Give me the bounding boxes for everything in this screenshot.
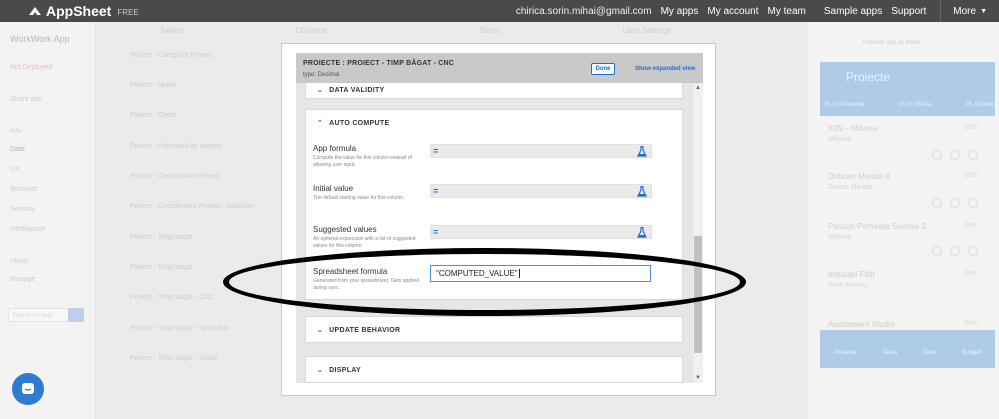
- suggested-values-label: Suggested values: [313, 225, 377, 234]
- scroll-down-arrow-icon[interactable]: ▼: [695, 375, 701, 381]
- column-type-label: type: Decimal: [303, 72, 340, 78]
- appsheet-logo-icon: [29, 7, 41, 15]
- section-update-behavior[interactable]: ⌄ UPDATE BEHAVIOR: [305, 316, 683, 343]
- initial-value-field[interactable]: =: [430, 184, 652, 198]
- nav-support[interactable]: Support: [891, 6, 926, 17]
- chat-icon: [22, 383, 34, 394]
- more-menu[interactable]: More ▼: [940, 0, 999, 22]
- annotation-ellipse: [223, 248, 746, 316]
- dialog-title: PROIECTE : PROIECT - TIMP BĂGAT - CNC: [303, 60, 455, 67]
- app-formula-label: App formula: [313, 144, 357, 153]
- more-label: More: [953, 5, 977, 17]
- section-title-data-validity: DATA VALIDITY: [329, 87, 385, 94]
- chevron-down-icon: ⌄: [317, 87, 324, 94]
- chat-launcher-button[interactable]: [12, 373, 44, 405]
- brand[interactable]: AppSheet FREE: [28, 3, 139, 19]
- nav-sample-apps[interactable]: Sample apps: [824, 6, 882, 17]
- equals-icon: =: [433, 227, 439, 237]
- section-data-validity[interactable]: ⌄ DATA VALIDITY: [305, 83, 683, 99]
- top-bar: AppSheet FREE chirica.sorin.mihai@gmail.…: [0, 0, 999, 22]
- section-title-auto-compute: AUTO COMPUTE: [329, 120, 390, 127]
- show-expanded-view-link[interactable]: Show expanded view: [635, 66, 695, 72]
- dialog-body[interactable]: ⌄ DATA VALIDITY ⌃ AUTO COMPUTE App formula…: [296, 83, 703, 383]
- suggested-values-description: An optional expression with a list of su…: [313, 236, 416, 249]
- column-edit-dialog: PROIECTE : PROIECT - TIMP BĂGAT - CNC ty…: [281, 43, 716, 396]
- section-title-display: DISPLAY: [329, 367, 361, 374]
- suggested-values-field[interactable]: =: [430, 225, 652, 239]
- section-title-update-behavior: UPDATE BEHAVIOR: [329, 327, 401, 334]
- section-header: ⌄ UPDATE BEHAVIOR: [317, 326, 400, 334]
- chevron-up-icon: ⌃: [317, 120, 324, 127]
- done-button[interactable]: Done: [591, 63, 615, 75]
- nav-my-apps[interactable]: My apps: [661, 6, 699, 17]
- initial-value-description: The default starting value for this colu…: [313, 195, 405, 201]
- account-email: chirica.sorin.mihai@gmail.com: [515, 5, 652, 17]
- brand-name: AppSheet: [46, 3, 112, 19]
- caret-down-icon: ▼: [980, 7, 987, 15]
- flask-icon[interactable]: [637, 227, 647, 238]
- section-display[interactable]: ⌄ DISPLAY: [305, 356, 683, 383]
- equals-icon: =: [433, 186, 439, 196]
- app-formula-field[interactable]: =: [430, 144, 652, 158]
- equals-icon: =: [433, 146, 439, 156]
- section-header: ⌄ DISPLAY: [317, 366, 361, 374]
- section-header: ⌄ DATA VALIDITY: [317, 86, 385, 94]
- nav-my-account[interactable]: My account: [707, 6, 758, 17]
- chevron-down-icon: ⌄: [317, 367, 324, 374]
- flask-icon[interactable]: [637, 146, 647, 157]
- plan-badge: FREE: [117, 7, 139, 17]
- dialog-scrollbar[interactable]: ▲ ▼: [693, 83, 703, 383]
- nav-my-team[interactable]: My team: [768, 6, 806, 17]
- top-nav: chirica.sorin.mihai@gmail.com My apps My…: [507, 0, 999, 22]
- flask-icon[interactable]: [637, 186, 647, 197]
- initial-value-label: Initial value: [313, 184, 354, 193]
- app-formula-description: Compute the value for this column instea…: [313, 155, 412, 168]
- scroll-up-arrow-icon[interactable]: ▲: [695, 85, 701, 91]
- section-header[interactable]: ⌃ AUTO COMPUTE: [317, 119, 389, 127]
- dialog-header: PROIECTE : PROIECT - TIMP BĂGAT - CNC ty…: [296, 53, 703, 83]
- chevron-down-icon: ⌄: [317, 327, 324, 334]
